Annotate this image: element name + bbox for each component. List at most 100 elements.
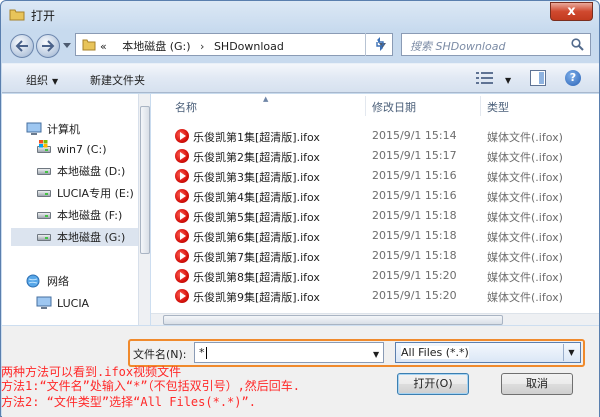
file-date: 2015/9/1 15:18 [372, 229, 457, 242]
ifox-media-icon [175, 229, 189, 243]
drive-icon [36, 208, 52, 222]
new-folder-button[interactable]: 新建文件夹 [90, 72, 145, 88]
file-date: 2015/9/1 15:16 [372, 189, 457, 202]
ifox-media-icon [175, 209, 189, 223]
file-date: 2015/9/1 15:17 [372, 149, 457, 162]
organize-menu[interactable]: 组织 ▼ [26, 72, 58, 88]
file-type: 媒体文件(.ifox) [487, 291, 563, 304]
network-icon [26, 274, 42, 288]
breadcrumb-separator: › [200, 40, 205, 53]
file-date: 2015/9/1 15:20 [372, 289, 457, 302]
horizontal-scrollbar[interactable] [151, 313, 599, 325]
file-name: 乐俊凯第3集[超清版].ifox [193, 171, 320, 184]
sidebar-item-drive-d[interactable]: 本地磁盘 (D:) [36, 162, 125, 180]
view-dropdown-icon[interactable]: ▼ [505, 76, 511, 85]
filename-value: * [199, 346, 205, 359]
windows-drive-icon [36, 140, 52, 156]
file-type: 媒体文件(.ifox) [487, 251, 563, 264]
column-header-type[interactable]: 类型 [487, 94, 509, 118]
breadcrumb-overflow[interactable]: « [100, 40, 107, 53]
back-button[interactable] [10, 34, 34, 58]
cancel-button[interactable]: 取消 [501, 373, 573, 395]
file-name: 乐俊凯第4集[超清版].ifox [193, 191, 320, 204]
sidebar-item-computer[interactable]: 计算机 [26, 120, 80, 138]
filetype-select[interactable]: All Files (*.*) ▼ [395, 342, 581, 363]
preview-pane-icon[interactable] [530, 70, 546, 86]
file-type: 媒体文件(.ifox) [487, 171, 563, 184]
annotation-line: 方法1:“文件名”处输入“*”（不包括双引号）,然后回车. [1, 379, 301, 393]
chevron-down-icon: ▼ [52, 77, 59, 86]
sidebar-item-drive-c[interactable]: win7 (C:) [36, 140, 107, 158]
breadcrumb-drive[interactable]: 本地磁盘 (G:) [122, 40, 190, 53]
ifox-media-icon [175, 129, 189, 143]
search-input[interactable]: 搜索 SHDownload [410, 38, 505, 54]
file-name: 乐俊凯第8集[超清版].ifox [193, 271, 320, 284]
file-row[interactable]: 乐俊凯第7集[超清版].ifox 2015/9/1 15:18 媒体文件(.ifox… [151, 246, 599, 266]
column-header-date[interactable]: 修改日期 [372, 94, 416, 118]
file-row[interactable]: 乐俊凯第5集[超清版].ifox 2015/9/1 15:18 媒体文件(.ifox… [151, 206, 599, 226]
file-row[interactable]: 乐俊凯第2集[超清版].ifox 2015/9/1 15:17 媒体文件(.ifox… [151, 146, 599, 166]
search-icon[interactable] [571, 38, 584, 51]
file-date: 2015/9/1 15:18 [372, 249, 457, 262]
computer-icon [36, 296, 52, 310]
ifox-media-icon [175, 289, 189, 303]
filetype-value: All Files (*.*) [401, 346, 469, 359]
sidebar-item-drive-e[interactable]: LUCIA专用 (E:) [36, 184, 134, 202]
file-row[interactable]: 乐俊凯第4集[超清版].ifox 2015/9/1 15:16 媒体文件(.ifox… [151, 186, 599, 206]
column-header-name[interactable]: 名称 [175, 94, 197, 118]
breadcrumb-folder[interactable]: SHDownload [214, 40, 284, 53]
column-divider[interactable] [480, 96, 481, 116]
file-name: 乐俊凯第1集[超清版].ifox [193, 131, 320, 144]
command-toolbar: 组织 ▼ 新建文件夹 ▼ ? [2, 63, 599, 93]
folder-icon [9, 9, 25, 21]
sidebar-item-drive-f[interactable]: 本地磁盘 (F:) [36, 206, 122, 224]
sidebar-label: 计算机 [47, 123, 80, 136]
filename-dropdown-icon[interactable]: ▼ [373, 350, 379, 359]
sidebar-label: win7 (C:) [57, 142, 107, 156]
address-bar[interactable]: « 本地磁盘 (G:) › SHDownload [75, 33, 393, 56]
forward-button[interactable] [36, 34, 60, 58]
file-type: 媒体文件(.ifox) [487, 271, 563, 284]
sidebar-item-lucia[interactable]: LUCIA [36, 294, 89, 312]
sidebar-item-drive-g[interactable]: 本地磁盘 (G:) [11, 228, 149, 246]
sidebar-label: LUCIA专用 (E:) [57, 187, 134, 200]
folder-icon [82, 39, 96, 51]
file-type: 媒体文件(.ifox) [487, 151, 563, 164]
forward-arrow-icon [42, 40, 55, 52]
search-box[interactable]: 搜索 SHDownload [401, 33, 591, 56]
ifox-media-icon [175, 189, 189, 203]
file-row[interactable]: 乐俊凯第6集[超清版].ifox 2015/9/1 15:18 媒体文件(.ifox… [151, 226, 599, 246]
organize-label: 组织 [26, 74, 48, 87]
drive-icon [36, 186, 52, 200]
close-button[interactable]: x [550, 2, 593, 21]
view-options-icon[interactable] [476, 71, 494, 85]
navigation-pane: 计算机 win7 (C:) 本地磁盘 (D:) LUCIA专用 (E:) 本地磁… [2, 94, 150, 325]
recent-pages-chevron-icon[interactable] [63, 43, 71, 48]
scrollbar-thumb[interactable] [140, 106, 150, 254]
help-icon[interactable]: ? [565, 70, 581, 86]
file-row[interactable]: 乐俊凯第3集[超清版].ifox 2015/9/1 15:16 媒体文件(.ifox… [151, 166, 599, 186]
scrollbar-thumb[interactable] [163, 315, 503, 325]
file-type: 媒体文件(.ifox) [487, 131, 563, 144]
sidebar-label: 网络 [47, 275, 69, 288]
file-type: 媒体文件(.ifox) [487, 191, 563, 204]
chevron-down-icon[interactable]: ▼ [563, 344, 579, 361]
sidebar-item-network[interactable]: 网络 [26, 272, 69, 290]
back-arrow-icon [15, 40, 28, 52]
refresh-button[interactable] [365, 33, 393, 56]
sidebar-label: LUCIA [57, 296, 90, 310]
file-row[interactable]: 乐俊凯第1集[超清版].ifox 2015/9/1 15:14 媒体文件(.ifox… [151, 126, 599, 146]
navigation-scrollbar[interactable] [138, 94, 150, 325]
file-row[interactable]: 乐俊凯第8集[超清版].ifox 2015/9/1 15:20 媒体文件(.ifox… [151, 266, 599, 286]
drive-icon [36, 164, 52, 178]
ifox-media-icon [175, 169, 189, 183]
sidebar-label: 本地磁盘 (F:) [57, 209, 123, 222]
column-divider[interactable] [365, 96, 366, 116]
file-row[interactable]: 乐俊凯第9集[超清版].ifox 2015/9/1 15:20 媒体文件(.ifox… [151, 286, 599, 306]
open-button[interactable]: 打开(O) [397, 373, 469, 395]
filename-input[interactable]: * [194, 342, 384, 363]
open-dialog: 打开 x « 本地磁盘 (G:) › SHDownload 搜索 SHDownl… [0, 0, 600, 417]
title-bar: 打开 x [1, 1, 599, 27]
refresh-icon [376, 37, 384, 51]
file-date: 2015/9/1 15:16 [372, 169, 457, 182]
